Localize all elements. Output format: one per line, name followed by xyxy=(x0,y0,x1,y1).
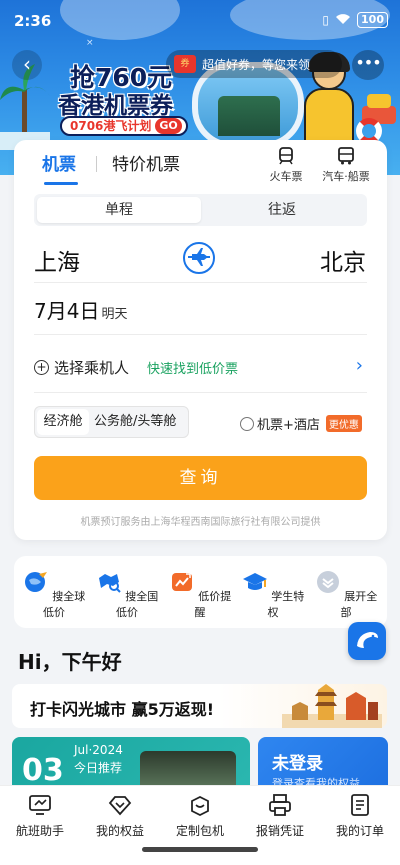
economy-class-option[interactable]: 经济舱 xyxy=(37,409,89,435)
nav-label: 我的权益 xyxy=(95,824,144,838)
diamond-heart-icon xyxy=(108,796,132,816)
date-relative: 明天 xyxy=(101,307,128,322)
rec-month: Jul·2024 xyxy=(74,743,123,757)
nav-flight-assistant[interactable]: 航班助手 xyxy=(0,792,80,839)
quick-label: 低价提醒 xyxy=(194,590,232,619)
tab-special-flight[interactable]: 特价机票 xyxy=(112,150,180,175)
train-ticket-entry[interactable]: 火车票 xyxy=(256,146,316,184)
tab-underline xyxy=(44,182,78,185)
date-value: 7月4日 xyxy=(34,299,100,323)
banner-slogan-line2: 香港机票券 xyxy=(58,93,173,119)
monitor-icon xyxy=(29,795,51,815)
checkin-city-banner[interactable]: 打卡闪光城市 赢5万返现! xyxy=(12,684,387,728)
radio-button[interactable] xyxy=(240,416,254,431)
nav-label: 报销凭证 xyxy=(255,824,304,838)
more-button[interactable]: ••• xyxy=(352,50,384,80)
flight-hotel-option[interactable]: 机票+酒店 更优惠 xyxy=(240,414,362,433)
nav-expense-voucher[interactable]: 报销凭证 xyxy=(240,792,320,839)
discount-badge: 更优惠 xyxy=(325,415,362,432)
quick-expand-all[interactable]: 展开全部 xyxy=(310,570,382,620)
nav-label: 航班助手 xyxy=(15,824,64,838)
wifi-icon xyxy=(335,13,351,28)
business-first-class-option[interactable]: 公务舱/头等舱 xyxy=(94,409,176,435)
login-title: 未登录 xyxy=(272,754,323,774)
globe-plane-icon xyxy=(24,572,47,592)
back-button[interactable]: ‹ xyxy=(12,50,42,80)
swap-cities-icon[interactable] xyxy=(182,241,216,275)
cabin-class-toggle: 经济舱 公务舱/头等舱 xyxy=(34,406,189,438)
quick-label: 学生特权 xyxy=(267,590,305,619)
divider xyxy=(34,392,367,393)
checkin-banner-text: 打卡闪光城市 赢5万返现! xyxy=(30,700,215,719)
quick-national-low-price[interactable]: 搜全国低价 xyxy=(91,570,163,620)
passenger-selector[interactable]: + 选择乘机人 快速找到低价票 › xyxy=(34,355,367,379)
train-icon xyxy=(279,147,293,165)
quick-price-alert[interactable]: 低价提醒 xyxy=(164,570,236,620)
passenger-label: 选择乘机人 xyxy=(54,358,130,377)
divider xyxy=(34,282,367,283)
train-ticket-label: 火车票 xyxy=(269,170,303,183)
pagoda-illustration xyxy=(282,684,382,728)
divider xyxy=(34,334,367,335)
departure-date[interactable]: 7月4日 明天 xyxy=(34,295,127,324)
status-icons: ▯ 100 xyxy=(322,12,388,28)
quick-student-privilege[interactable]: 学生特权 xyxy=(237,570,309,620)
bus-ship-ticket-label: 汽车·船票 xyxy=(322,170,370,183)
banner-tag-text: 0706港飞计划 xyxy=(70,119,152,133)
status-bar: 2:36 ▯ 100 xyxy=(0,0,400,44)
vibrate-icon: ▯ xyxy=(322,13,330,27)
nav-charter-flight[interactable]: 定制包机 xyxy=(160,792,240,839)
one-way-option[interactable]: 单程 xyxy=(37,197,201,223)
departure-city[interactable]: 上海 xyxy=(34,243,80,277)
booking-card: 机票 特价机票 火车票 汽车·船票 单程 往返 上海 北京 7月4日 明天 + … xyxy=(14,140,387,540)
service-provider-note: 机票预订服务由上海华程西南国际旅行社有限公司提供 xyxy=(80,517,321,528)
round-trip-option[interactable]: 往返 xyxy=(200,197,364,223)
arrival-city[interactable]: 北京 xyxy=(320,243,366,277)
battery-icon: 100 xyxy=(357,12,388,28)
nav-label: 我的订单 xyxy=(335,824,384,838)
coupon-promo-pill[interactable]: 券 超值好券，等您来领 xyxy=(166,50,342,78)
nav-label: 定制包机 xyxy=(175,824,224,838)
price-alert-icon xyxy=(171,573,192,591)
search-button[interactable]: 查询 xyxy=(34,456,367,500)
bus-icon xyxy=(338,147,354,165)
quick-global-low-price[interactable]: 搜全球低价 xyxy=(18,570,90,620)
rec-text: 今日推荐 xyxy=(74,761,123,775)
rec-day: 03 xyxy=(22,753,64,788)
coupon-promo-text: 超值好券，等您来领 xyxy=(202,57,311,72)
graduation-cap-icon xyxy=(242,573,267,590)
low-price-link[interactable]: 快速找到低价票 xyxy=(147,358,238,377)
home-indicator[interactable] xyxy=(142,847,258,852)
assistant-float-button[interactable] xyxy=(348,622,386,660)
more-dots-icon: ••• xyxy=(355,53,381,72)
trip-type-toggle: 单程 往返 xyxy=(34,194,367,226)
expand-chevron-icon xyxy=(316,571,339,593)
nav-my-benefits[interactable]: 我的权益 xyxy=(80,792,160,839)
nav-my-orders[interactable]: 我的订单 xyxy=(320,792,400,839)
printer-icon xyxy=(269,794,291,816)
order-list-icon xyxy=(351,794,369,816)
chevron-right-icon: › xyxy=(355,355,363,376)
quick-label: 展开全部 xyxy=(340,590,378,619)
product-tabs: 机票 特价机票 火车票 汽车·船票 xyxy=(14,140,387,186)
dolphin-icon xyxy=(357,632,378,648)
tab-separator xyxy=(96,156,97,172)
quick-label: 搜全国低价 xyxy=(116,590,159,619)
ticket-icon: 券 xyxy=(174,55,196,73)
charter-icon xyxy=(191,795,209,817)
chevron-left-icon: ‹ xyxy=(23,52,31,76)
banner-tag[interactable]: 0706港飞计划 GO xyxy=(60,116,188,136)
greeting-text: Hi，下午好 xyxy=(18,650,122,674)
banner-go-badge: GO xyxy=(155,118,182,134)
plus-circle-icon: + xyxy=(34,359,49,375)
bottom-navigation: 航班助手 我的权益 定制包机 报销凭证 我的订单 xyxy=(0,785,400,865)
tab-flight[interactable]: 机票 xyxy=(42,150,76,175)
quick-label: 搜全球低价 xyxy=(43,590,86,619)
map-search-icon xyxy=(98,574,121,593)
quick-entries: 搜全球低价 搜全国低价 低价提醒 学生特权 展开全部 xyxy=(14,556,387,628)
status-time: 2:36 xyxy=(14,12,52,30)
bus-ship-ticket-entry[interactable]: 汽车·船票 xyxy=(316,146,376,184)
flight-hotel-label: 机票+酒店 xyxy=(257,418,320,433)
